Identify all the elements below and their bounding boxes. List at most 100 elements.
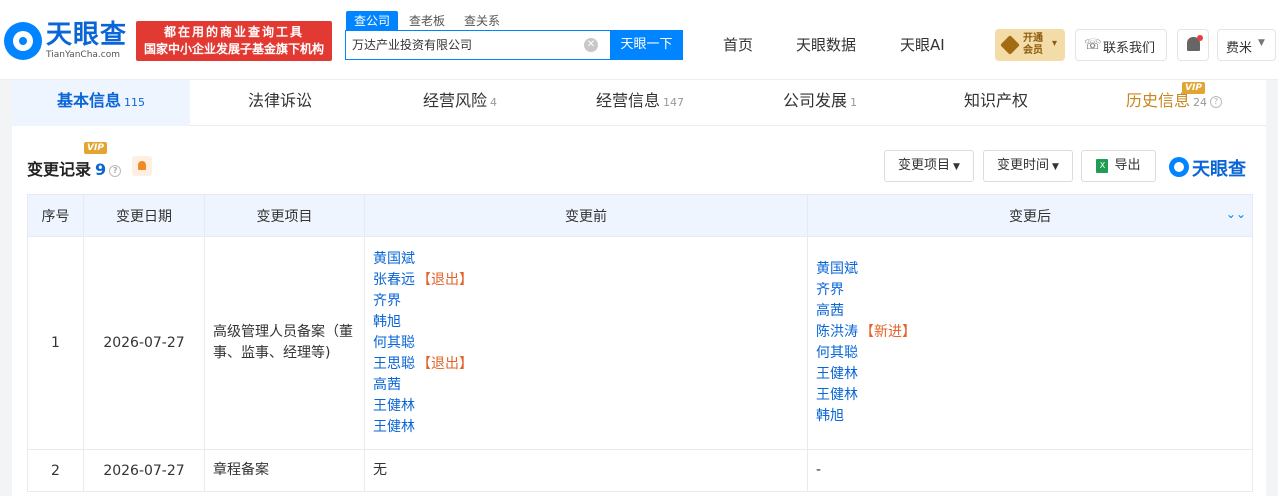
change-records-panel: VIP 变更记录 9? 变更项目 ▼ 变更时间 ▼ X 导出 天眼查 序号 变更日期 变…: [12, 126, 1266, 496]
monitor-bell-icon[interactable]: [132, 156, 152, 176]
row-index: 2: [27, 449, 84, 492]
person-link[interactable]: 王健林: [373, 417, 799, 438]
tab-count: 147: [663, 96, 684, 109]
tab-risk[interactable]: 经营风险 4: [370, 80, 550, 126]
section-count: 9: [95, 160, 107, 179]
slogan-line1: 都在用的商业查询工具: [163, 25, 304, 39]
vip-label: 开通会员: [1023, 33, 1043, 56]
tab-operation[interactable]: 经营信息 147: [550, 80, 730, 126]
slogan-banner: 都在用的商业查询工具 国家中小企业发展子基金旗下机构: [136, 21, 332, 61]
chevron-down-icon: ▼: [1258, 38, 1265, 48]
row-item: 高级管理人员备案（董事、监事、经理等): [204, 236, 365, 450]
row-date: 2026-07-27: [83, 236, 205, 450]
col-before: 变更前: [364, 194, 808, 237]
tab-label: 公司发展: [782, 91, 847, 110]
clear-icon[interactable]: ✕: [584, 38, 598, 52]
tab-label: 经营风险: [422, 91, 487, 110]
help-icon[interactable]: ?: [109, 164, 122, 177]
col-index: 序号: [27, 194, 84, 237]
person-link[interactable]: 高茜: [816, 301, 1244, 322]
caret-down-icon: ▼: [1052, 162, 1059, 172]
person-link[interactable]: 齐界: [816, 280, 1244, 301]
search-tab-company[interactable]: 查公司: [346, 11, 399, 31]
person-link[interactable]: 王健林: [816, 385, 1244, 406]
person-link[interactable]: 高茜: [373, 375, 799, 396]
person-link[interactable]: 王健林: [373, 396, 799, 417]
top-header: 天眼查 TianYanCha.com 都在用的商业查询工具 国家中小企业发展子基…: [0, 0, 1278, 80]
person-link[interactable]: 韩旭: [816, 406, 1244, 427]
table-row: 2 2026-07-27 章程备案 无 -: [27, 449, 1253, 492]
nav-data[interactable]: 天眼数据: [796, 34, 856, 55]
col-after: 变更后 ⌄⌄: [807, 194, 1253, 237]
notification-button[interactable]: [1177, 29, 1209, 61]
tab-count: 24: [1193, 96, 1207, 109]
slogan-line2: 国家中小企业发展子基金旗下机构: [143, 42, 324, 56]
vip-badge: VIP: [1182, 82, 1205, 94]
contact-us-button[interactable]: ☏ 联系我们: [1075, 29, 1167, 61]
tab-history[interactable]: 历史信息 24? VIP: [1082, 80, 1266, 126]
help-icon[interactable]: ?: [1210, 95, 1222, 108]
tab-basic-info[interactable]: 基本信息 115: [12, 80, 190, 126]
open-vip-button[interactable]: 开通会员 ▾: [995, 29, 1065, 61]
tianyancha-watermark-logo: 天眼查: [1169, 154, 1255, 180]
tab-label: 知识产权: [963, 91, 1028, 110]
person-link[interactable]: 张春远 【退出】: [373, 270, 799, 291]
change-records-table: 序号 变更日期 变更项目 变更前 变更后 ⌄⌄ 1 2026-07-27 高级管…: [27, 194, 1253, 492]
search-tab-boss[interactable]: 查老板: [401, 11, 453, 31]
nav-ai[interactable]: 天眼AI: [900, 34, 945, 55]
logo-eye-icon: [1169, 157, 1189, 177]
search-button[interactable]: 天眼一下: [610, 30, 683, 60]
person-link[interactable]: 何其聪: [373, 333, 799, 354]
section-title: 变更记录 9?: [27, 156, 122, 180]
excel-icon: X: [1096, 158, 1109, 173]
col-date: 变更日期: [83, 194, 205, 237]
tab-label: 历史信息: [1125, 91, 1190, 110]
tab-count: 1: [850, 96, 857, 109]
notification-dot: [1197, 35, 1203, 41]
exit-tag: 【退出】: [417, 271, 473, 288]
person-link[interactable]: 陈洪涛 【新进】: [816, 322, 1244, 343]
person-link[interactable]: 王思聪 【退出】: [373, 354, 799, 375]
row-after: -: [807, 449, 1253, 492]
col-item: 变更项目: [204, 194, 365, 237]
brand-text: 天眼查: [1192, 159, 1246, 180]
contact-label: 联系我们: [1103, 41, 1156, 56]
table-row: 1 2026-07-27 高级管理人员备案（董事、监事、经理等) 黄国斌 张春远…: [27, 236, 1253, 450]
person-link[interactable]: 黄国斌: [373, 249, 799, 270]
caret-down-icon: ▼: [953, 162, 960, 172]
section-title-text: 变更记录: [27, 160, 92, 179]
col-after-label: 变更后: [1009, 208, 1051, 225]
search-tab-relation[interactable]: 查关系: [456, 11, 508, 31]
search-box: ✕: [345, 30, 611, 60]
tab-label: 法律诉讼: [247, 91, 312, 110]
logo-text: 天眼查: [46, 20, 128, 50]
person-link[interactable]: 王健林: [816, 364, 1244, 385]
nav-home[interactable]: 首页: [723, 34, 753, 55]
person-link[interactable]: 何其聪: [816, 343, 1244, 364]
export-button[interactable]: X 导出: [1081, 150, 1156, 182]
filter-label: 变更项目: [898, 158, 951, 173]
diamond-icon: [1000, 35, 1020, 55]
table-header-row: 序号 变更日期 变更项目 变更前 变更后 ⌄⌄: [27, 194, 1253, 237]
search-input[interactable]: [352, 31, 582, 59]
person-link[interactable]: 齐界: [373, 291, 799, 312]
filter-change-item[interactable]: 变更项目 ▼: [884, 150, 974, 182]
person-link[interactable]: 黄国斌: [816, 259, 1244, 280]
tab-legal[interactable]: 法律诉讼: [190, 80, 370, 126]
person-link[interactable]: 韩旭: [373, 312, 799, 333]
expand-chevron-icon[interactable]: ⌄⌄: [1226, 207, 1246, 221]
exit-tag: 【退出】: [417, 355, 473, 372]
filter-change-time[interactable]: 变更时间 ▼: [983, 150, 1073, 182]
tianyancha-logo[interactable]: 天眼查 TianYanCha.com: [4, 20, 132, 64]
filter-label: 变更时间: [997, 158, 1050, 173]
tab-label: 经营信息: [595, 91, 660, 110]
user-menu[interactable]: 费米 ▼: [1217, 29, 1276, 61]
tab-count: 4: [490, 96, 497, 109]
company-info-tabs: 基本信息 115 法律诉讼 经营风险 4 经营信息 147 公司发展 1 知识产权 历史…: [12, 80, 1266, 126]
row-before: 无: [364, 449, 808, 492]
tab-ip[interactable]: 知识产权: [910, 80, 1082, 126]
tab-development[interactable]: 公司发展 1: [730, 80, 910, 126]
row-before: 黄国斌 张春远 【退出】 齐界 韩旭 何其聪 王思聪 【退出】 高茜 王健林 王健林: [364, 236, 808, 450]
phone-icon: ☏: [1084, 37, 1102, 53]
tab-label: 基本信息: [56, 91, 121, 110]
